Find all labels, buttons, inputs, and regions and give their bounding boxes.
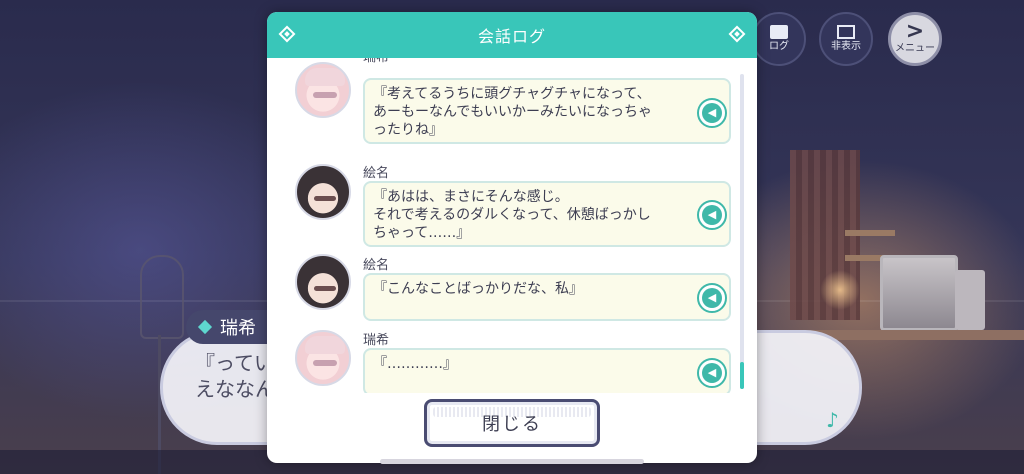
voice-play-button[interactable]: ◀ [697, 358, 727, 388]
dialogue-text: 『ってい えななん [195, 351, 275, 401]
diamond-icon [197, 319, 213, 335]
log-message: 『こんなことばっかりだな、私』 [363, 273, 731, 321]
log-speaker-name: 瑞希 [363, 333, 390, 348]
modal-header: 会話ログ [267, 12, 757, 58]
speaker-icon: ◀ [702, 288, 722, 308]
lamp-glow [820, 270, 860, 310]
conversation-log-modal: 会話ログ 瑞希 『考えてるうちに頭グチャグチャになって、 あーもーなんでもいいか… [267, 12, 757, 463]
menu-button[interactable]: > メニュー [888, 12, 942, 66]
voice-play-button[interactable]: ◀ [697, 283, 727, 313]
music-note-icon: ♪ [826, 408, 839, 432]
avatar-ena [295, 254, 351, 310]
monitor [880, 255, 958, 331]
hide-button-label: 非表示 [831, 41, 861, 52]
speaker-icon: ◀ [702, 363, 722, 383]
log-message: 『あはは、まさにそんな感じ。 それで考えるのダルくなって、休憩ばっかし ちゃって… [363, 181, 731, 247]
dialogue-speaker-name: 瑞希 [220, 318, 256, 339]
diamond-icon [278, 25, 296, 43]
avatar-mizuki [295, 330, 351, 386]
hide-icon [837, 25, 855, 39]
log-button-label: ログ [769, 41, 789, 52]
speaker-icon: ◀ [702, 103, 722, 123]
chevron-right-icon: > [905, 19, 925, 44]
avatar-mizuki [295, 62, 351, 118]
avatar-ena [295, 164, 351, 220]
speaker-box [955, 270, 985, 330]
voice-play-button[interactable]: ◀ [697, 98, 727, 128]
log-speaker-name: 絵名 [363, 166, 390, 181]
voice-play-button[interactable]: ◀ [697, 200, 727, 230]
log-icon [770, 25, 788, 39]
menu-button-label: メニュー [895, 43, 935, 54]
log-speaker-name: 瑞希 [363, 58, 389, 65]
log-message: 『…………』 [363, 348, 731, 393]
dress-form [140, 255, 184, 339]
scrollbar-thumb[interactable] [740, 362, 744, 389]
speaker-icon: ◀ [702, 205, 722, 225]
log-speaker-name: 絵名 [363, 258, 390, 273]
log-message: 『考えてるうちに頭グチャグチャになって、 あーもーなんでもいいかーみたいになっち… [363, 78, 731, 144]
modal-title: 会話ログ [477, 27, 546, 46]
close-button-label: 閉じる [482, 414, 542, 435]
shelf [845, 230, 895, 236]
hide-button[interactable]: 非表示 [819, 12, 873, 66]
log-list[interactable]: 瑞希 『考えてるうちに頭グチャグチャになって、 あーもーなんでもいいかーみたいに… [267, 58, 757, 393]
home-indicator [380, 459, 644, 464]
log-button[interactable]: ログ [752, 12, 806, 66]
close-button[interactable]: 閉じる [424, 399, 600, 447]
scrollbar-track[interactable] [740, 74, 744, 389]
diamond-icon [728, 25, 746, 43]
